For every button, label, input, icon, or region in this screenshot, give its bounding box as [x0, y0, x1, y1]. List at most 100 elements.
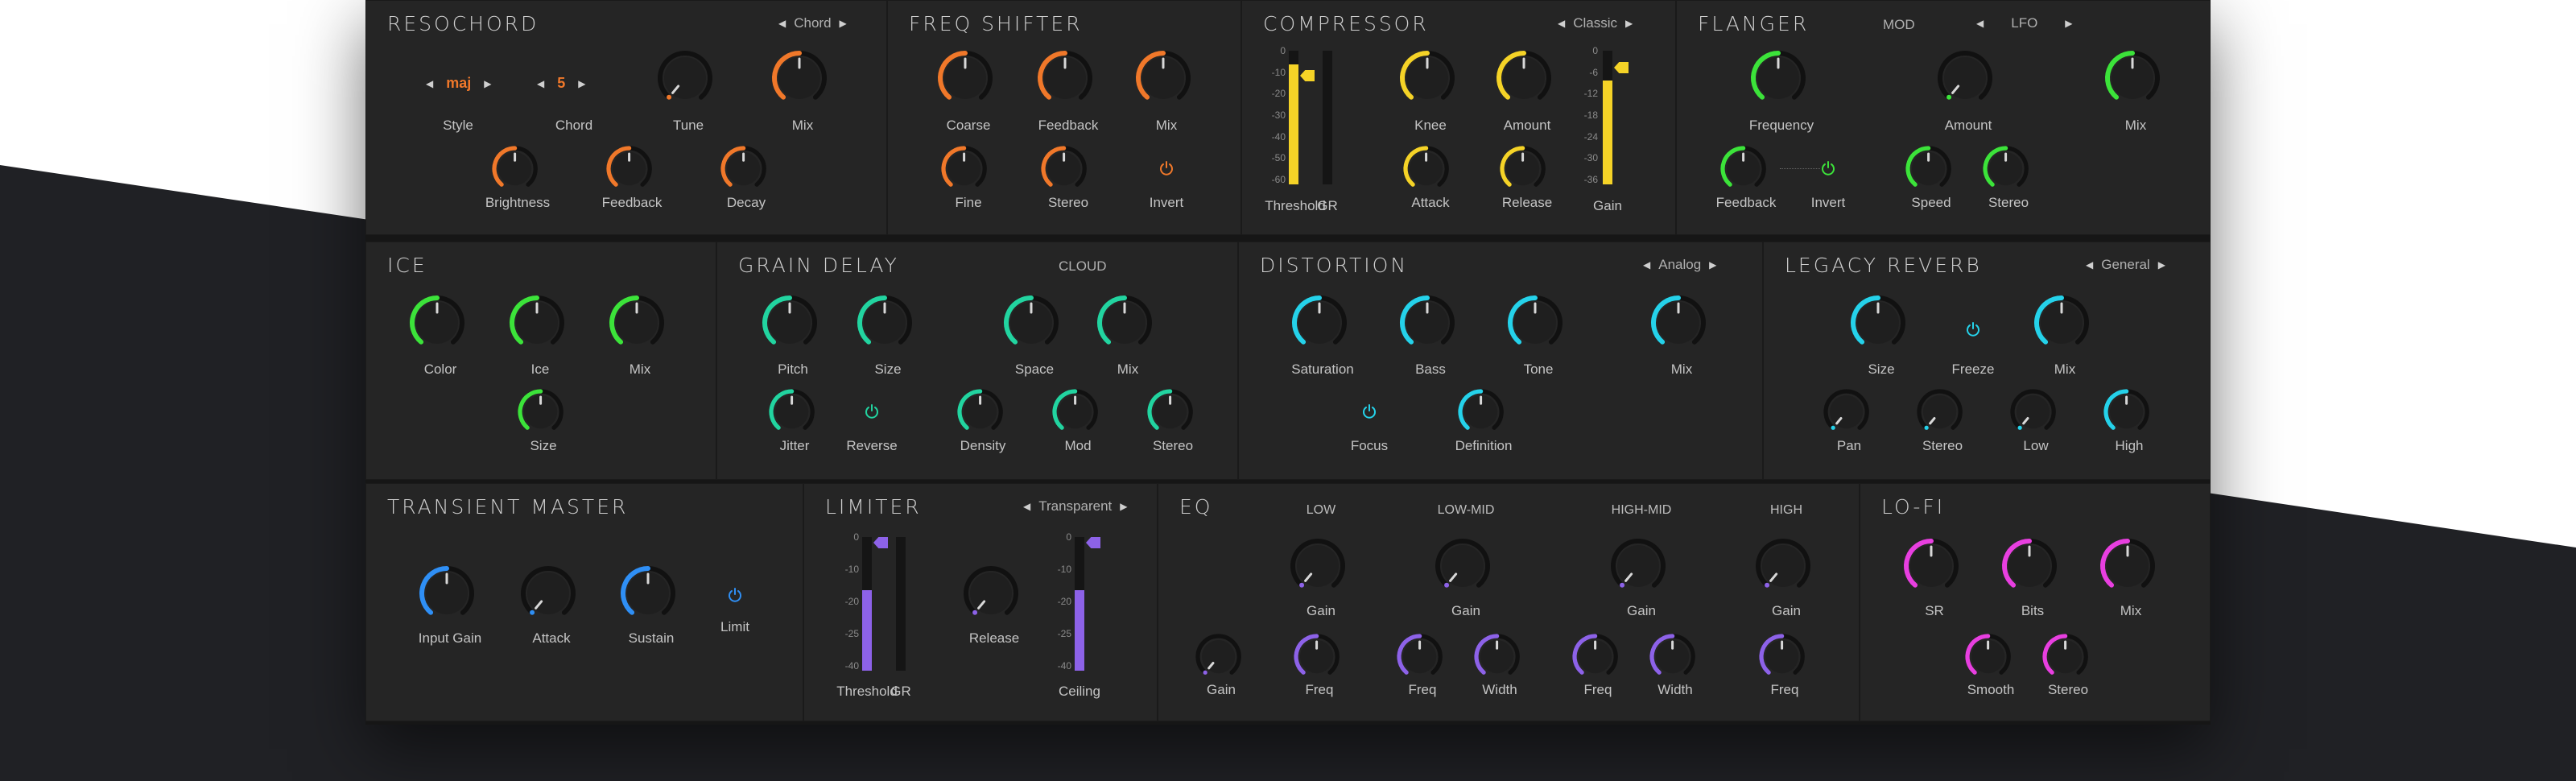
chord-stepper[interactable]: ◀ 5 ▶	[537, 75, 585, 92]
amount-knob[interactable]	[1495, 49, 1553, 111]
mix-knob[interactable]	[1649, 294, 1707, 356]
color-knob[interactable]	[408, 294, 466, 356]
high-mid-gain-knob[interactable]	[1609, 537, 1667, 599]
mod-selector[interactable]: ◀ LFO ▶	[1976, 15, 2073, 31]
arrow-right-icon[interactable]: ▶	[1709, 259, 1716, 271]
ceiling-handle[interactable]	[1086, 537, 1100, 548]
arrow-left-icon[interactable]: ◀	[537, 78, 544, 89]
stereo-knob[interactable]	[1981, 144, 2030, 197]
preset-selector[interactable]: ◀ Analog ▶	[1643, 257, 1716, 273]
high-mid-width-knob[interactable]	[1648, 632, 1697, 685]
mix-knob[interactable]	[2103, 49, 2161, 111]
mix-knob[interactable]	[2099, 537, 2157, 599]
mix-knob[interactable]	[1134, 49, 1192, 111]
jitter-knob[interactable]	[767, 387, 816, 440]
release-knob[interactable]	[962, 564, 1020, 626]
freeze-power-icon[interactable]	[1965, 321, 1981, 341]
high-freq-knob[interactable]	[1757, 632, 1806, 685]
arrow-left-icon[interactable]: ◀	[778, 18, 786, 29]
threshold-meter[interactable]	[862, 537, 872, 671]
speed-knob[interactable]	[1904, 144, 1953, 197]
pan-knob[interactable]	[1822, 387, 1871, 440]
low-gain-knob[interactable]	[1289, 537, 1347, 599]
low-knob[interactable]	[2008, 387, 2058, 440]
arrow-right-icon[interactable]: ▶	[1625, 18, 1633, 29]
feedback-knob[interactable]	[605, 144, 654, 197]
definition-knob[interactable]	[1456, 387, 1505, 440]
threshold-handle[interactable]	[873, 537, 888, 548]
attack-knob[interactable]	[519, 564, 577, 626]
saturation-knob[interactable]	[1290, 294, 1348, 356]
arrow-right-icon[interactable]: ▶	[2065, 18, 2072, 29]
reverse-power-icon[interactable]	[864, 403, 880, 424]
low-mid-freq-knob[interactable]	[1395, 632, 1444, 685]
coarse-knob[interactable]	[936, 49, 994, 111]
mod-knob[interactable]	[1051, 387, 1100, 440]
preset-selector[interactable]: ◀ Classic ▶	[1558, 15, 1633, 31]
sustain-knob[interactable]	[619, 564, 677, 626]
arrow-left-icon[interactable]: ◀	[1643, 259, 1650, 271]
invert-power-icon[interactable]	[1820, 160, 1836, 180]
low-mid-gain-knob[interactable]	[1434, 537, 1492, 599]
input-gain-knob[interactable]	[418, 564, 476, 626]
density-knob[interactable]	[956, 387, 1005, 440]
arrow-right-icon[interactable]: ▶	[840, 18, 847, 29]
knee-knob[interactable]	[1398, 49, 1456, 111]
arrow-left-icon[interactable]: ◀	[1976, 18, 1984, 29]
gain-handle[interactable]	[1614, 62, 1629, 73]
ice-knob[interactable]	[508, 294, 566, 356]
bass-knob[interactable]	[1398, 294, 1456, 356]
size-knob[interactable]	[516, 387, 565, 440]
space-knob[interactable]	[1002, 294, 1060, 356]
gain-meter[interactable]	[1603, 51, 1612, 184]
frequency-knob[interactable]	[1749, 49, 1807, 111]
smooth-knob[interactable]	[1963, 632, 2013, 685]
invert-power-icon[interactable]	[1158, 160, 1174, 180]
mix-knob[interactable]	[770, 49, 828, 111]
low-mid-width-knob[interactable]	[1472, 632, 1521, 685]
mix-knob[interactable]	[1096, 294, 1154, 356]
size-knob[interactable]	[1849, 294, 1907, 356]
tune-knob[interactable]	[656, 49, 714, 111]
release-knob[interactable]	[1498, 144, 1547, 197]
size-knob[interactable]	[856, 294, 914, 356]
amount-knob[interactable]	[1936, 49, 1994, 111]
preset-selector[interactable]: ◀ Transparent ▶	[1023, 498, 1128, 514]
limit-power-icon[interactable]	[727, 587, 743, 607]
style-stepper[interactable]: ◀ maj ▶	[426, 75, 492, 92]
arrow-right-icon[interactable]: ▶	[578, 78, 585, 89]
focus-power-icon[interactable]	[1361, 403, 1377, 424]
arrow-left-icon[interactable]: ◀	[1558, 18, 1565, 29]
arrow-left-icon[interactable]: ◀	[2086, 259, 2093, 271]
stereo-knob[interactable]	[1146, 387, 1195, 440]
arrow-left-icon[interactable]: ◀	[426, 78, 433, 89]
high-mid-freq-knob[interactable]	[1571, 632, 1620, 685]
ceiling-meter[interactable]	[1075, 537, 1084, 671]
arrow-right-icon[interactable]: ▶	[484, 78, 491, 89]
arrow-right-icon[interactable]: ▶	[1120, 501, 1127, 512]
mix-knob[interactable]	[2033, 294, 2091, 356]
arrow-left-icon[interactable]: ◀	[1023, 501, 1030, 512]
preset-selector[interactable]: ◀ General ▶	[2086, 257, 2165, 273]
high-gain-knob[interactable]	[1754, 537, 1812, 599]
sr-knob[interactable]	[1902, 537, 1960, 599]
pitch-knob[interactable]	[761, 294, 819, 356]
stereo-knob[interactable]	[2041, 632, 2090, 685]
bits-knob[interactable]	[2000, 537, 2058, 599]
high-knob[interactable]	[2102, 387, 2151, 440]
threshold-meter[interactable]	[1289, 51, 1298, 184]
stereo-knob[interactable]	[1039, 144, 1088, 197]
low-freq-knob[interactable]	[1292, 632, 1341, 685]
feedback-knob[interactable]	[1036, 49, 1094, 111]
stereo-knob[interactable]	[1915, 387, 1964, 440]
brightness-knob[interactable]	[490, 144, 539, 197]
output-gain-knob[interactable]	[1194, 632, 1243, 685]
tone-knob[interactable]	[1506, 294, 1564, 356]
fine-knob[interactable]	[939, 144, 989, 197]
arrow-right-icon[interactable]: ▶	[2158, 259, 2165, 271]
mix-knob[interactable]	[608, 294, 666, 356]
decay-knob[interactable]	[719, 144, 768, 197]
feedback-knob[interactable]	[1719, 144, 1768, 197]
preset-selector[interactable]: ◀ Chord ▶	[778, 15, 847, 31]
attack-knob[interactable]	[1402, 144, 1451, 197]
